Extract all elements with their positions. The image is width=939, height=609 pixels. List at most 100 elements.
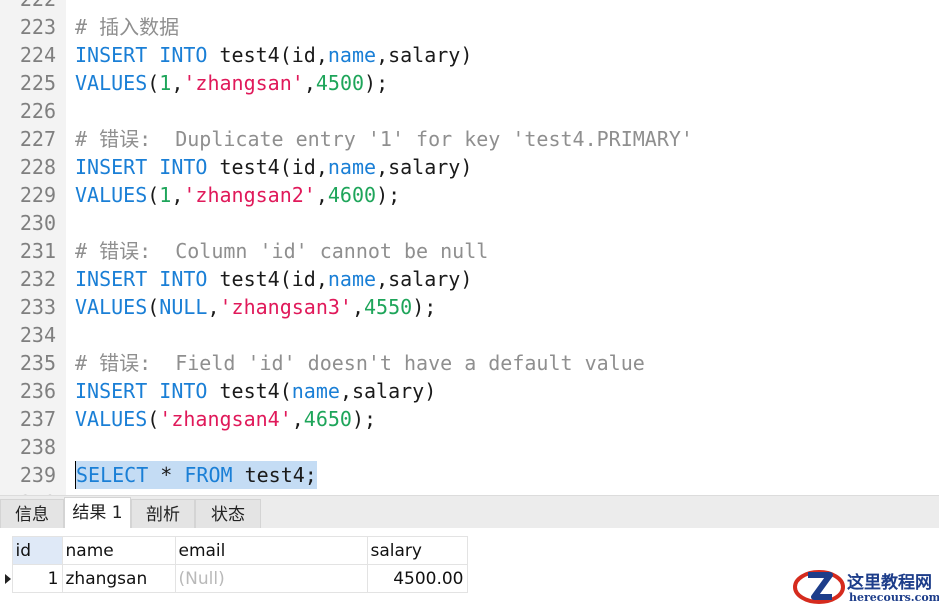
sql-editor[interactable]: 222223# 插入数据224INSERT INTO test4(id,name… [0, 0, 939, 495]
code-token: # 插入数据 [75, 15, 180, 39]
table-row[interactable]: 1 zhangsan (Null) 4500.00 [0, 564, 468, 593]
code-line[interactable]: 222 [0, 0, 939, 13]
line-number: 235 [19, 351, 56, 375]
code-token: ( [147, 295, 160, 319]
code-text: VALUES(1,'zhangsan',4500); [75, 69, 388, 97]
code-token: test4(id, [207, 43, 328, 67]
code-line[interactable]: 231 # 错误: Column 'id' cannot be null [0, 237, 939, 265]
code-token: ( [147, 407, 160, 431]
code-line[interactable]: 230 [0, 209, 939, 237]
code-line[interactable]: 238 [0, 433, 939, 461]
column-header-name[interactable]: name [61, 536, 176, 565]
code-token: name [291, 379, 340, 403]
code-token: INTO [159, 155, 208, 179]
result-table: id name email salary 1 zhangsan (Null) 4… [0, 536, 468, 593]
code-token: ,salary) [376, 267, 473, 291]
row-indicator-header [0, 536, 12, 565]
line-number: 238 [19, 435, 56, 459]
code-token: , [351, 295, 365, 319]
code-text: # 错误: Column 'id' cannot be null [75, 237, 488, 265]
code-token: INSERT [75, 155, 148, 179]
line-number: 224 [19, 43, 56, 67]
code-token: ( [147, 71, 160, 95]
code-token: , [171, 183, 184, 207]
code-token: , [171, 71, 184, 95]
column-header-email[interactable]: email [174, 536, 368, 565]
z-logo-icon [793, 570, 845, 604]
code-token: INSERT [75, 379, 148, 403]
code-line[interactable]: 234 [0, 321, 939, 349]
current-row-arrow-icon [5, 573, 11, 584]
cell-id[interactable]: 1 [11, 564, 63, 593]
code-line[interactable]: 233 VALUES(NULL,'zhangsan3',4550); [0, 293, 939, 321]
line-number: 222 [0, 0, 56, 13]
tab-status[interactable]: 状态 [195, 499, 261, 529]
tab-profile[interactable]: 剖析 [131, 499, 195, 529]
code-text: # 插入数据 [75, 13, 179, 41]
tab-info[interactable]: 信息 [0, 499, 64, 529]
cell-salary[interactable]: 4500.00 [366, 564, 468, 593]
code-token: name [327, 43, 377, 67]
code-line[interactable]: 226 [0, 97, 939, 125]
code-token: INSERT [75, 267, 148, 291]
code-token: ( [147, 183, 160, 207]
code-line[interactable]: 239 SELECT * FROM test4; [0, 461, 939, 489]
code-token: test4(id, [207, 155, 328, 179]
line-number: 229 [19, 183, 56, 207]
watermark-logo: 这里教程网 herecours.com [792, 564, 939, 609]
code-token: 4650 [303, 407, 352, 431]
code-line[interactable]: 237 VALUES('zhangsan4',4650); [0, 405, 939, 433]
code-token: # 错误: Field 'id' doesn't have a default … [75, 351, 645, 375]
code-token: 4550 [364, 295, 413, 319]
code-text: INSERT INTO test4(id,name,salary) [75, 153, 472, 181]
code-token: , [315, 183, 328, 207]
code-line[interactable]: 236 INSERT INTO test4(name,salary) [0, 377, 939, 405]
code-token: test4(id, [207, 267, 328, 291]
code-token: name [327, 267, 377, 291]
row-indicator[interactable] [0, 565, 12, 593]
header-row: id name email salary [0, 536, 468, 565]
cell-email[interactable]: (Null) [174, 564, 368, 593]
watermark-url: herecours.com [849, 591, 939, 604]
code-token: SELECT [76, 463, 149, 487]
result-tab-bar: 信息 结果 1 剖析 状态 [0, 495, 939, 529]
column-header-salary[interactable]: salary [366, 536, 468, 565]
line-number: 223 [19, 15, 56, 39]
tab-result-1[interactable]: 结果 1 [64, 497, 131, 529]
code-token: ); [364, 71, 389, 95]
code-line[interactable]: 229 VALUES(1,'zhangsan2',4600); [0, 181, 939, 209]
code-token: 4500 [315, 71, 365, 95]
code-lines: 222223# 插入数据224INSERT INTO test4(id,name… [0, 0, 939, 495]
code-token: VALUES [75, 71, 148, 95]
code-token: 'zhangsan3' [219, 295, 352, 319]
code-token: ); [376, 183, 401, 207]
code-token: VALUES [75, 295, 148, 319]
cell-name[interactable]: zhangsan [61, 564, 176, 593]
column-header-id[interactable]: id [11, 536, 63, 565]
code-line[interactable]: 235 # 错误: Field 'id' doesn't have a defau… [0, 349, 939, 377]
code-text: # 错误: Field 'id' doesn't have a default … [75, 349, 645, 377]
code-token: 4600 [327, 183, 377, 207]
code-text: INSERT INTO test4(name,salary) [75, 377, 436, 405]
code-text: INSERT INTO test4(id,name,salary) [75, 265, 472, 293]
code-token: FROM [184, 463, 233, 487]
code-text: VALUES(1,'zhangsan2',4600); [75, 181, 400, 209]
code-token: INTO [159, 267, 208, 291]
code-line[interactable]: 232 INSERT INTO test4(id,name,salary) [0, 265, 939, 293]
code-token: 'zhangsan' [183, 71, 304, 95]
code-line[interactable]: 223 # 插入数据 [0, 13, 939, 41]
code-line[interactable]: 224 INSERT INTO test4(id,name,salary) [0, 41, 939, 69]
code-line[interactable]: 228 INSERT INTO test4(id,name,salary) [0, 153, 939, 181]
watermark-title: 这里教程网 [847, 573, 932, 593]
code-token: INSERT [75, 43, 148, 67]
code-token: test4( [207, 379, 292, 403]
line-number: 228 [19, 155, 56, 179]
line-number: 236 [19, 379, 56, 403]
code-token: ); [351, 407, 377, 431]
code-line[interactable]: 225 VALUES(1,'zhangsan',4500); [0, 69, 939, 97]
code-text: SELECT * FROM test4; [75, 461, 317, 489]
line-number: 233 [19, 295, 56, 319]
code-token: 1 [159, 71, 172, 95]
code-line[interactable]: 227 # 错误: Duplicate entry '1' for key 'te… [0, 125, 939, 153]
